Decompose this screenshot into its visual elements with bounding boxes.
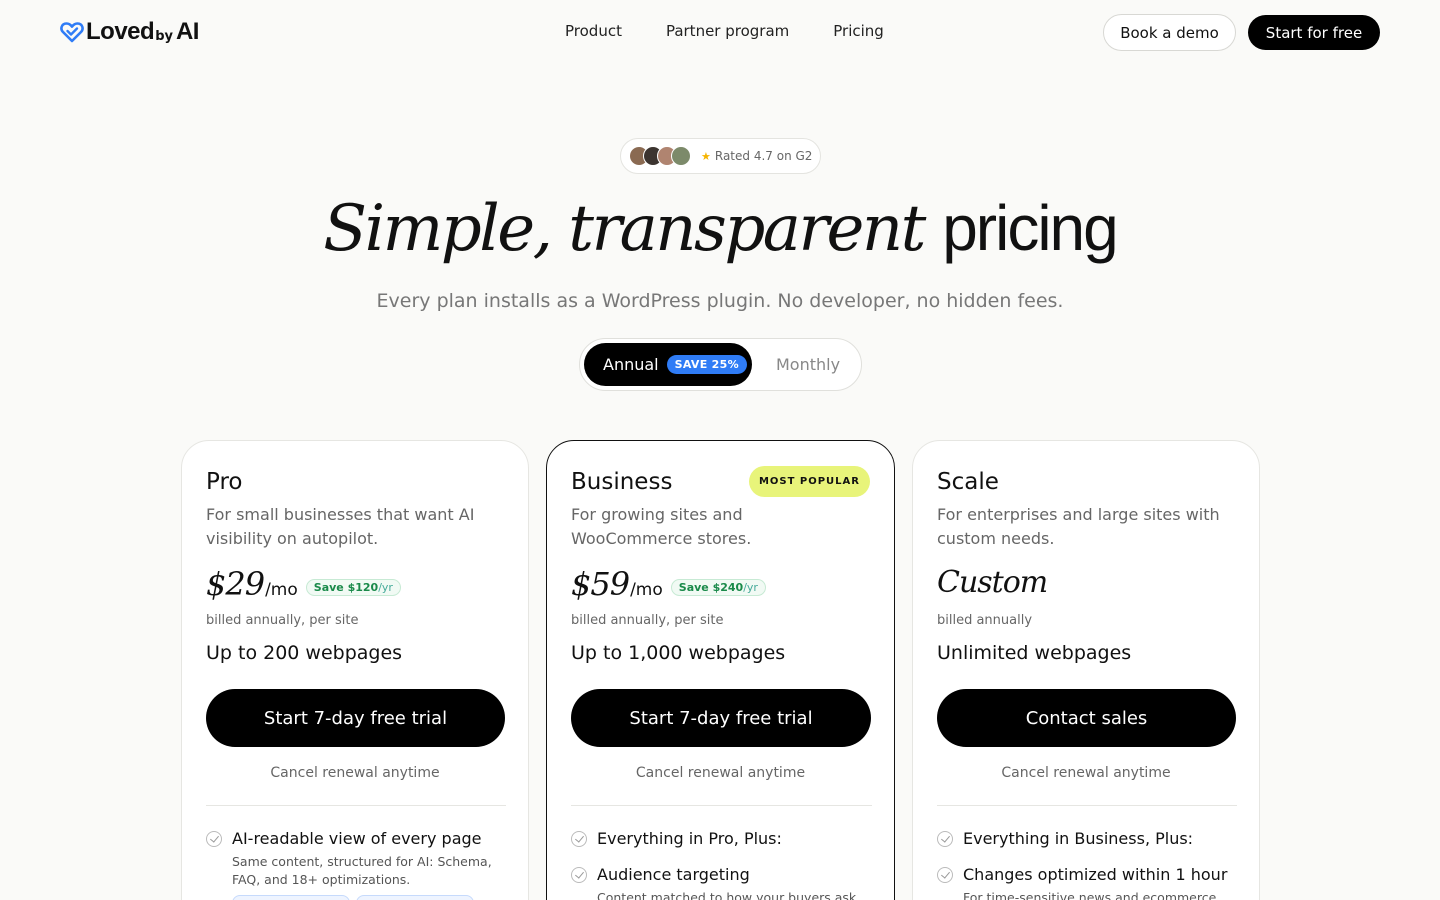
- logo-text-loved: Loved: [86, 18, 155, 45]
- nav-link-partner-program[interactable]: Partner program: [666, 22, 789, 40]
- feature-title: AI-readable view of every page: [232, 829, 482, 848]
- rating-badge: ★ Rated 4.7 on G2: [620, 138, 821, 174]
- feature-description: Content matched to how your buyers ask A…: [597, 890, 857, 900]
- page-title: Simple, transparent pricing: [0, 188, 1440, 269]
- nav-link-product[interactable]: Product: [565, 22, 622, 40]
- cancel-note: Cancel renewal anytime: [1001, 765, 1171, 781]
- feature-item: Everything in Pro, Plus:: [571, 829, 782, 849]
- star-icon: ★: [701, 150, 711, 163]
- feature-description: For time-sensitive news and ecommerce: [963, 890, 1217, 900]
- page-title-italic: Simple, transparent: [323, 192, 926, 266]
- cancel-note: Cancel renewal anytime: [635, 765, 806, 781]
- toggle-monthly[interactable]: Monthly: [776, 355, 840, 374]
- plan-card-pro: Pro For small businesses that want AI vi…: [181, 440, 529, 900]
- billing-toggle: Annual SAVE 25% Monthly: [579, 338, 862, 391]
- feature-item: Everything in Business, Plus:: [937, 829, 1193, 849]
- logo[interactable]: Loved by AI: [60, 18, 199, 46]
- feature-chip: [232, 895, 350, 900]
- feature-title: Everything in Pro, Plus:: [597, 829, 782, 848]
- book-demo-button[interactable]: Book a demo: [1103, 14, 1236, 51]
- check-circle-icon: [937, 867, 953, 883]
- plan-card-business: Business MOST POPULAR For growing sites …: [546, 440, 895, 900]
- feature-chip: [356, 895, 474, 900]
- feature-item: Changes optimized within 1 hour For time…: [937, 865, 1238, 900]
- billing-note: billed annually, per site: [571, 613, 724, 628]
- feature-item: AI-readable view of every page Same cont…: [206, 829, 507, 900]
- save-badge: Save $120/yr: [305, 579, 401, 596]
- plan-card-scale: Scale For enterprises and large sites wi…: [912, 440, 1260, 900]
- feature-title: Everything in Business, Plus:: [963, 829, 1194, 848]
- logo-text-by: by: [155, 28, 173, 44]
- divider: [206, 805, 506, 806]
- divider: [937, 805, 1237, 806]
- save-badge: Save $240/yr: [670, 579, 766, 596]
- feature-title: Audience targeting: [597, 865, 750, 884]
- most-popular-badge: MOST POPULAR: [748, 466, 870, 497]
- nav-links: Product Partner program Pricing: [565, 22, 884, 40]
- feature-item: Audience targeting Content matched to ho…: [571, 865, 872, 900]
- rating-text: Rated 4.7 on G2: [714, 149, 813, 163]
- avatar-group: [629, 146, 691, 166]
- check-circle-icon: [937, 831, 953, 847]
- start-for-free-button[interactable]: Start for free: [1248, 15, 1380, 50]
- page-limit: Up to 1,000 webpages: [571, 642, 786, 664]
- page-limit: Unlimited webpages: [937, 642, 1132, 664]
- divider: [571, 805, 872, 806]
- save-amount: Save $120: [313, 581, 379, 594]
- check-circle-icon: [571, 867, 587, 883]
- plan-price: $59 /mo Save $240/yr: [571, 565, 766, 603]
- price-amount: Custom: [937, 565, 1048, 600]
- start-trial-button[interactable]: Start 7-day free trial: [206, 689, 505, 747]
- plan-name: Pro: [206, 469, 243, 495]
- cancel-note: Cancel renewal anytime: [270, 765, 440, 781]
- plan-name: Scale: [937, 469, 999, 495]
- price-period: /mo: [630, 580, 663, 600]
- price-amount: $59: [571, 565, 630, 603]
- save-amount: Save $240: [678, 581, 744, 594]
- feature-chips: [232, 889, 507, 900]
- check-circle-icon: [206, 831, 222, 847]
- billing-note: billed annually: [937, 613, 1033, 628]
- price-amount: $29: [206, 565, 265, 603]
- plan-description: For enterprises and large sites with cus…: [937, 505, 1220, 548]
- toggle-annual[interactable]: Annual SAVE 25%: [584, 343, 752, 386]
- save-period: /yr: [743, 581, 758, 594]
- heart-check-icon: [60, 22, 84, 43]
- feature-title: Changes optimized within 1 hour: [963, 865, 1228, 884]
- rating-text-wrap: ★ Rated 4.7 on G2: [701, 149, 812, 163]
- nav-link-pricing[interactable]: Pricing: [833, 22, 884, 40]
- feature-description: Same content, structured for AI: Schema,…: [232, 854, 492, 887]
- price-period: /mo: [265, 580, 298, 600]
- plan-description: For growing sites and WooCommerce stores…: [571, 505, 752, 548]
- toggle-annual-label: Annual: [603, 355, 659, 374]
- start-trial-button[interactable]: Start 7-day free trial: [571, 689, 871, 747]
- save-pill: SAVE 25%: [666, 355, 747, 374]
- logo-text-ai: AI: [175, 18, 200, 45]
- billing-note: billed annually, per site: [206, 613, 359, 628]
- plan-name: Business: [571, 469, 673, 495]
- plan-description: For small businesses that want AI visibi…: [206, 505, 475, 548]
- avatar: [671, 146, 691, 166]
- top-nav: Loved by AI Product Partner program Pric…: [0, 0, 1440, 64]
- plan-price: $29 /mo Save $120/yr: [206, 565, 401, 603]
- check-circle-icon: [571, 831, 587, 847]
- save-period: /yr: [378, 581, 393, 594]
- page-subtitle: Every plan installs as a WordPress plugi…: [376, 290, 1064, 312]
- contact-sales-button[interactable]: Contact sales: [937, 689, 1236, 747]
- page-title-plain: pricing: [942, 192, 1119, 264]
- page-limit: Up to 200 webpages: [206, 642, 403, 664]
